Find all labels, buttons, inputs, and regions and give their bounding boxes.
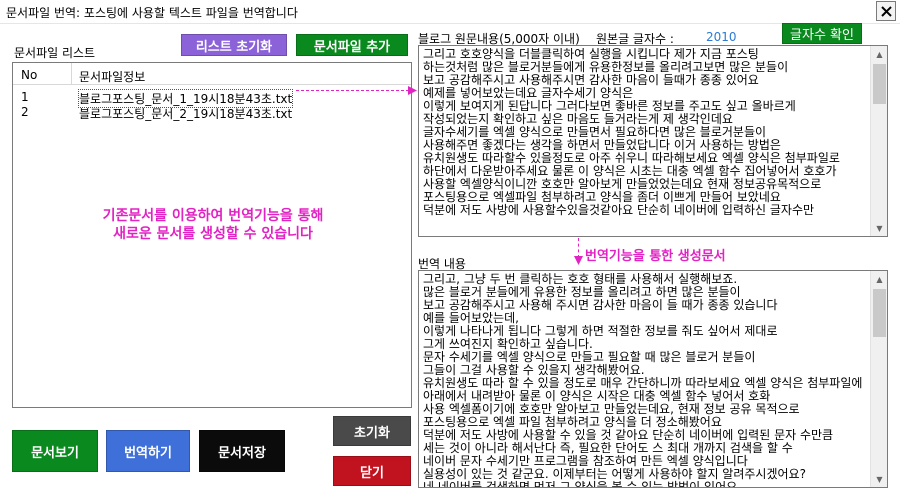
window-title: 문서파일 번역: 포스팅에 사용할 텍스트 파일을 번역합니다	[6, 6, 298, 20]
connector-line	[296, 90, 414, 91]
save-document-button[interactable]: 문서저장	[199, 430, 285, 472]
scroll-down-icon[interactable]: ▼	[871, 471, 887, 487]
file-list-row[interactable]: 2 블로그포스팅_문서_2_19시18분43초.txt	[13, 105, 411, 121]
char-count-value: 2010	[706, 30, 737, 44]
arrow-right-icon	[408, 86, 417, 95]
file-list-header: No 문서파일정보	[13, 63, 411, 85]
scroll-thumb[interactable]	[873, 64, 886, 104]
file-list-label: 문서파일 리스트	[14, 46, 96, 60]
source-text: 그리고 호호양식을 더블클릭하여 실행을 시킵니다 제가 지금 포스팅 하는것처…	[423, 48, 840, 217]
scroll-down-icon[interactable]: ▼	[871, 220, 887, 236]
connector-line	[578, 238, 579, 258]
close-button[interactable]: 닫기	[333, 456, 411, 486]
title-bar: 문서파일 번역: 포스팅에 사용할 텍스트 파일을 번역합니다	[0, 0, 900, 24]
scroll-up-icon[interactable]: ▲	[871, 46, 887, 62]
translate-button[interactable]: 번역하기	[106, 430, 190, 472]
row-no: 2	[21, 105, 29, 119]
row-file-name: 블로그포스팅_문서_2_19시18분43초.txt	[79, 107, 293, 121]
source-scrollbar[interactable]: ▲ ▼	[870, 46, 887, 236]
check-count-button[interactable]: 글자수 확인	[782, 23, 862, 44]
close-icon	[880, 5, 892, 17]
reset-list-button[interactable]: 리스트 초기화	[181, 34, 287, 56]
left-annotation-line-1: 기존문서를 이용하여 번역기능을 통해	[102, 208, 324, 224]
translated-text: 그리고, 그냥 두 번 클릭하는 호호 형태를 사용해서 실행해보죠. 많은 블…	[423, 273, 863, 487]
scroll-thumb[interactable]	[873, 289, 886, 337]
left-annotation: 기존문서를 이용하여 번역기능을 통해 새로운 문서를 생성할 수 있습니다	[13, 207, 413, 243]
scroll-up-icon[interactable]: ▲	[871, 271, 887, 287]
reset-button[interactable]: 초기화	[333, 416, 411, 446]
source-text-area[interactable]: 그리고 호호양식을 더블클릭하여 실행을 시킵니다 제가 지금 포스팅 하는것처…	[418, 45, 888, 237]
column-no: No	[21, 68, 38, 82]
file-list[interactable]: No 문서파일정보 1 블로그포스팅_문서_1_19시18분43초.txt 2 …	[12, 62, 412, 408]
window-close-button[interactable]	[876, 1, 896, 21]
arrow-down-icon	[574, 256, 583, 265]
column-divider	[71, 63, 72, 85]
add-file-button[interactable]: 문서파일 추가	[296, 34, 408, 56]
right-annotation: 번역기능을 통한 생성문서	[585, 249, 726, 264]
translation-text-area[interactable]: 그리고, 그냥 두 번 클릭하는 호호 형태를 사용해서 실행해보죠. 많은 블…	[418, 270, 888, 488]
left-annotation-line-2: 새로운 문서를 생성할 수 있습니다	[113, 226, 313, 242]
row-no: 1	[21, 90, 29, 104]
view-document-button[interactable]: 문서보기	[12, 430, 98, 472]
translation-scrollbar[interactable]: ▲ ▼	[870, 271, 887, 487]
column-file-info: 문서파일정보	[79, 70, 146, 84]
file-list-row[interactable]: 1 블로그포스팅_문서_1_19시18분43초.txt	[13, 89, 411, 108]
